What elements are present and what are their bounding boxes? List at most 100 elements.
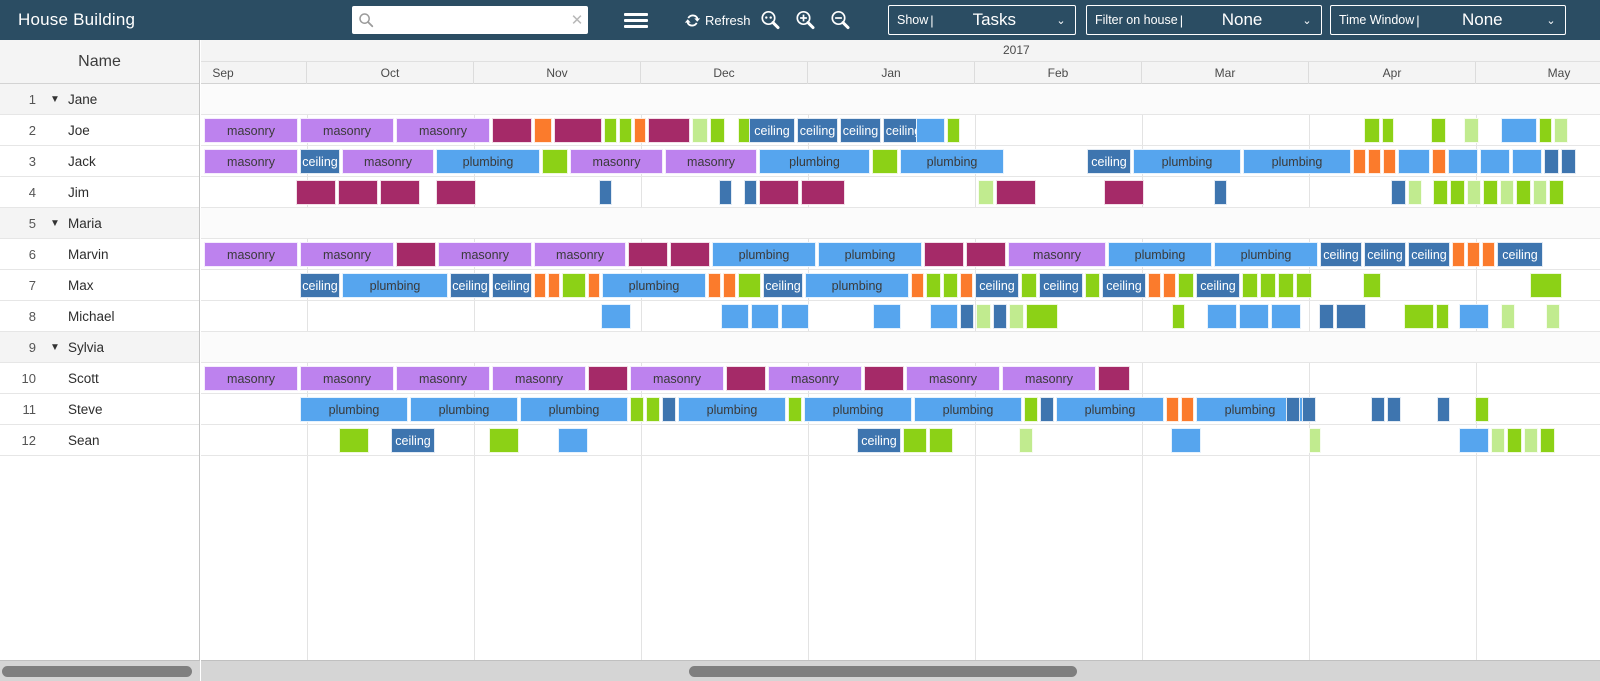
gantt-bar[interactable] bbox=[1450, 180, 1465, 205]
grid-row-marvin[interactable]: 6 Marvin bbox=[0, 239, 199, 270]
gantt-row-scott[interactable]: masonry masonry masonry masonry masonry mason… bbox=[201, 363, 1600, 394]
gantt-bar-plumbing[interactable]: plumbing bbox=[1056, 397, 1164, 422]
gantt-bar[interactable] bbox=[1500, 180, 1514, 205]
gantt-bar[interactable] bbox=[1382, 118, 1394, 143]
gantt-bar[interactable] bbox=[1433, 180, 1448, 205]
gantt-bar[interactable] bbox=[489, 428, 519, 453]
gantt-bar[interactable] bbox=[872, 149, 898, 174]
gantt-bar-ceiling[interactable]: ceiling bbox=[840, 118, 881, 143]
gantt-bar[interactable] bbox=[338, 180, 378, 205]
gantt-row-sean[interactable]: ceiling ceiling bbox=[201, 425, 1600, 456]
gantt-bar[interactable] bbox=[1549, 180, 1564, 205]
gantt-bar[interactable] bbox=[1464, 118, 1479, 143]
gantt-bar-masonry[interactable]: masonry bbox=[492, 366, 586, 391]
gantt-bar[interactable] bbox=[1561, 149, 1576, 174]
gantt-bar-ceiling[interactable]: ceiling bbox=[300, 149, 340, 174]
gantt-bar[interactable] bbox=[1391, 180, 1406, 205]
gantt-bar[interactable] bbox=[1026, 304, 1058, 329]
gantt-row-sylvia[interactable] bbox=[201, 332, 1600, 363]
chevron-down-icon[interactable]: ⌄ bbox=[1299, 14, 1321, 27]
gantt-bar[interactable] bbox=[1207, 304, 1237, 329]
gantt-bar[interactable] bbox=[1021, 273, 1037, 298]
gantt-bar-ceiling[interactable]: ceiling bbox=[1196, 273, 1240, 298]
gantt-bar-ceiling[interactable]: ceiling bbox=[1364, 242, 1406, 267]
zoom-in-icon[interactable] bbox=[792, 8, 818, 32]
gantt-bar[interactable] bbox=[548, 273, 560, 298]
search-box[interactable]: ✕ bbox=[352, 6, 588, 34]
gantt-bar[interactable] bbox=[751, 304, 779, 329]
gantt-bar[interactable] bbox=[1482, 242, 1495, 267]
gantt-bar-masonry[interactable]: masonry bbox=[204, 366, 298, 391]
gantt-bar-masonry[interactable]: masonry bbox=[396, 366, 490, 391]
gantt-bar[interactable] bbox=[911, 273, 924, 298]
gantt-bar[interactable] bbox=[1171, 428, 1201, 453]
gantt-bar[interactable] bbox=[864, 366, 904, 391]
gantt-bar[interactable] bbox=[1516, 180, 1531, 205]
gantt-bar-plumbing[interactable]: plumbing bbox=[520, 397, 628, 422]
gantt-bar-plumbing[interactable]: plumbing bbox=[1108, 242, 1212, 267]
gantt-bar[interactable] bbox=[1387, 397, 1401, 422]
gantt-bar[interactable] bbox=[801, 180, 845, 205]
gantt-bar-ceiling[interactable]: ceiling bbox=[1039, 273, 1083, 298]
gantt-bar[interactable] bbox=[960, 273, 973, 298]
gantt-h-scrollbar[interactable] bbox=[201, 660, 1600, 681]
gantt-bar[interactable] bbox=[788, 397, 802, 422]
gantt-bar[interactable] bbox=[296, 180, 336, 205]
gantt-bar[interactable] bbox=[1452, 242, 1465, 267]
chevron-down-icon[interactable]: ⌄ bbox=[1543, 14, 1565, 27]
grid-h-scrollbar[interactable] bbox=[0, 660, 200, 681]
gantt-bar[interactable] bbox=[1530, 273, 1562, 298]
gantt-bar[interactable] bbox=[947, 118, 960, 143]
gantt-bar-ceiling[interactable]: ceiling bbox=[1102, 273, 1146, 298]
gantt-bar[interactable] bbox=[534, 273, 546, 298]
gantt-bar[interactable] bbox=[1507, 428, 1522, 453]
gantt-bar[interactable] bbox=[588, 273, 600, 298]
gantt-row-max[interactable]: ceiling plumbing ceiling ceiling plumbing cei… bbox=[201, 270, 1600, 301]
gantt-bar-masonry[interactable]: masonry bbox=[1002, 366, 1096, 391]
gantt-bar-masonry[interactable]: masonry bbox=[300, 366, 394, 391]
gantt-bar[interactable] bbox=[1309, 428, 1321, 453]
gantt-bar[interactable] bbox=[926, 273, 941, 298]
refresh-button[interactable]: Refresh bbox=[684, 9, 751, 31]
gantt-bar-masonry[interactable]: masonry bbox=[204, 118, 298, 143]
grid-row-joe[interactable]: 2 Joe bbox=[0, 115, 199, 146]
gantt-bar[interactable] bbox=[719, 180, 732, 205]
search-input[interactable] bbox=[374, 8, 566, 32]
gantt-bar-masonry[interactable]: masonry bbox=[665, 149, 757, 174]
gantt-bar[interactable] bbox=[670, 242, 710, 267]
gantt-bar-ceiling[interactable]: ceiling bbox=[749, 118, 795, 143]
zoom-fit-icon[interactable] bbox=[757, 8, 783, 32]
gantt-bar[interactable] bbox=[1296, 273, 1312, 298]
gantt-bar[interactable] bbox=[380, 180, 420, 205]
gantt-bar[interactable] bbox=[542, 149, 568, 174]
gantt-bar[interactable] bbox=[1448, 149, 1478, 174]
gantt-bar[interactable] bbox=[1172, 304, 1185, 329]
gantt-bar-ceiling[interactable]: ceiling bbox=[1087, 149, 1131, 174]
gantt-bar[interactable] bbox=[1024, 397, 1038, 422]
gantt-bar[interactable] bbox=[738, 273, 761, 298]
gantt-bar[interactable] bbox=[1239, 304, 1269, 329]
gantt-bar-masonry[interactable]: masonry bbox=[204, 242, 298, 267]
gantt-bar[interactable] bbox=[1437, 397, 1450, 422]
gantt-bar[interactable] bbox=[1368, 149, 1381, 174]
gantt-bar[interactable] bbox=[648, 118, 690, 143]
gantt-bar[interactable] bbox=[1383, 149, 1396, 174]
gantt-bar[interactable] bbox=[1085, 273, 1100, 298]
gantt-bar-ceiling[interactable]: ceiling bbox=[492, 273, 532, 298]
gantt-bar[interactable] bbox=[1364, 118, 1380, 143]
gantt-bar[interactable] bbox=[744, 180, 757, 205]
gantt-bar[interactable] bbox=[562, 273, 586, 298]
gantt-bar-masonry[interactable]: masonry bbox=[906, 366, 1000, 391]
gantt-bar[interactable] bbox=[1544, 149, 1559, 174]
gantt-bar-masonry[interactable]: masonry bbox=[396, 118, 490, 143]
gantt-bar[interactable] bbox=[1501, 304, 1515, 329]
gantt-row-jack[interactable]: masonry ceiling masonry plumbing masonry maso… bbox=[201, 146, 1600, 177]
gantt-bar[interactable] bbox=[1178, 273, 1194, 298]
gantt-bar-ceiling[interactable]: ceiling bbox=[300, 273, 340, 298]
gantt-bar[interactable] bbox=[1404, 304, 1434, 329]
gantt-bar[interactable] bbox=[916, 118, 945, 143]
gantt-bar-plumbing[interactable]: plumbing bbox=[678, 397, 786, 422]
gantt-bar[interactable] bbox=[1398, 149, 1430, 174]
gantt-bar[interactable] bbox=[903, 428, 927, 453]
gantt-bar[interactable] bbox=[1512, 149, 1542, 174]
